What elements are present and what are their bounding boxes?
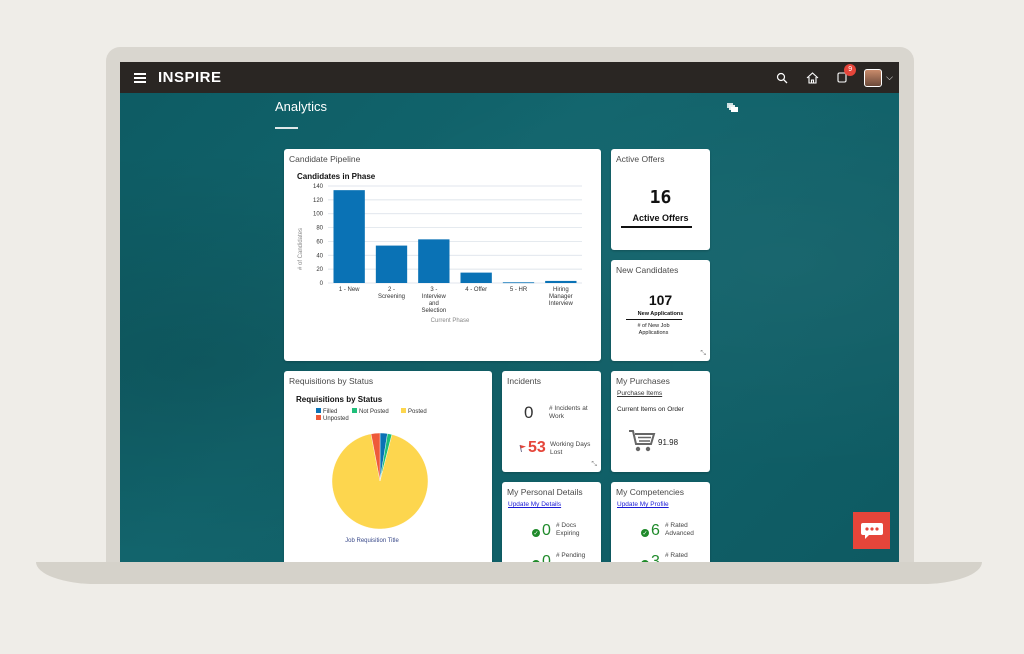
card-title: My Competencies — [616, 487, 685, 497]
competencies-card[interactable]: My Competencies Update My Profile ✓ 6 # … — [611, 482, 710, 562]
bar — [418, 239, 450, 283]
cart-icon — [629, 430, 656, 452]
card-title: New Candidates — [616, 265, 679, 275]
page-title: Analytics — [275, 99, 328, 114]
legend-label: Posted — [408, 409, 427, 415]
check-icon: ✓ — [532, 529, 540, 537]
x-tick-label: 3 -Interview and Selection — [421, 287, 446, 314]
x-tick-label: 1 - New — [339, 287, 360, 293]
pie-chart: Requisitions by Status Filled Not Posted P… — [296, 395, 429, 544]
check-icon: ✓ — [641, 529, 649, 537]
days-lost-label: Working Days Lost — [550, 441, 591, 456]
y-tick-label: 100 — [313, 212, 324, 218]
check-icon: ✓ — [641, 560, 649, 562]
purchases-value: 91.98 — [658, 438, 679, 447]
pending-label: # Pending — [556, 552, 586, 559]
active-offers-value: 16 — [649, 187, 672, 208]
bar — [460, 272, 492, 283]
pending-value: 0 — [542, 553, 551, 562]
y-tick-label: 40 — [316, 253, 323, 259]
title-underline — [275, 127, 298, 129]
rated-advanced-label: # Rated Advanced — [665, 522, 694, 537]
new-candidates-value: 107 — [648, 292, 673, 308]
y-tick-label: 0 — [320, 281, 324, 287]
app-logo[interactable]: INSPIRE — [158, 69, 222, 86]
notification-badge: 9 — [844, 63, 857, 76]
x-tick-label: 2 -Screening — [378, 287, 405, 300]
legend-label: Not Posted — [359, 409, 389, 415]
card-title: My Personal Details — [507, 487, 583, 497]
app-screen: INSPIRE 9 ⌵ Analytics Candidate Pipeline… — [120, 62, 899, 562]
chevron-down-icon[interactable]: ⌵ — [886, 72, 893, 83]
x-tick-label: 4 - Offer — [465, 287, 487, 293]
rated-value: 3 — [651, 553, 660, 562]
personal-details-card[interactable]: My Personal Details Update My Details ✓ … — [502, 482, 601, 562]
legend-swatch — [401, 408, 406, 413]
y-tick-label: 140 — [313, 184, 324, 190]
underline — [621, 226, 692, 228]
x-axis-label: Current Phase — [431, 318, 470, 324]
update-profile-link[interactable]: Update My Profile — [617, 501, 669, 508]
incidents-value: 0 — [524, 403, 534, 422]
bar — [545, 280, 577, 283]
bar — [375, 245, 408, 283]
legend-label: Unposted — [323, 416, 349, 422]
avatar[interactable] — [864, 68, 883, 87]
underline — [626, 319, 682, 320]
x-tick-label: 5 - HR — [510, 287, 528, 293]
candidate-pipeline-card[interactable]: Candidate Pipeline Candidates in Phase #… — [284, 149, 601, 361]
chart-title: Requisitions by Status — [296, 395, 383, 404]
layers-icon[interactable] — [727, 100, 739, 118]
active-offers-card[interactable]: Active Offers 16 Active Offers — [611, 149, 710, 250]
notifications-button[interactable]: 9 — [834, 63, 857, 86]
docs-expiring-label: # Docs Expiring — [556, 522, 580, 537]
legend-swatch — [352, 408, 357, 413]
y-tick-label: 60 — [316, 239, 323, 245]
chat-icon — [860, 522, 883, 539]
y-tick-label: 120 — [313, 198, 324, 204]
chart-title: Candidates in Phase — [297, 172, 376, 181]
new-applications-label: New Applications — [637, 311, 684, 317]
new-candidates-card[interactable]: New Candidates 107 New Applications # of… — [611, 260, 710, 361]
card-title: Active Offers — [616, 154, 665, 164]
incidents-label: # Incidents at Work — [549, 405, 588, 420]
legend-label: Filled — [323, 409, 337, 415]
new-applications-sublabel: # of New Job Applications — [637, 323, 670, 336]
rated-advanced-value: 6 — [651, 522, 660, 539]
hamburger-icon[interactable] — [134, 72, 146, 83]
legend-swatch — [316, 408, 321, 413]
purchase-items-link[interactable]: Purchase Items — [617, 390, 662, 397]
chat-button[interactable] — [853, 512, 890, 549]
pie-x-label: Job Requisition Title — [345, 538, 399, 544]
active-offers-label: Active Offers — [632, 213, 689, 223]
update-details-link[interactable]: Update My Details — [508, 501, 561, 508]
bar-chart: Candidates in Phase # of Candidates Curr… — [297, 172, 582, 324]
expand-icon[interactable]: ⤡ — [700, 350, 706, 358]
y-tick-label: 20 — [316, 267, 323, 273]
incidents-card[interactable]: Incidents 0 # Incidents at Work 53 Worki… — [502, 371, 601, 472]
expand-icon[interactable]: ⤡ — [591, 461, 597, 469]
days-lost-value: 53 — [528, 439, 546, 456]
my-purchases-card[interactable]: My Purchases Purchase Items Current Item… — [611, 371, 710, 472]
bar — [502, 282, 535, 284]
bar — [333, 190, 365, 283]
x-tick-label: Hiring Manager Interview — [549, 287, 574, 307]
docs-expiring-value: 0 — [542, 522, 551, 539]
search-icon[interactable] — [774, 70, 790, 86]
y-axis-label: # of Candidates — [298, 228, 304, 270]
home-icon[interactable] — [804, 70, 820, 86]
requisitions-card[interactable]: Requisitions by Status Requisitions by S… — [284, 371, 492, 562]
card-title: Incidents — [507, 376, 542, 386]
y-tick-label: 80 — [316, 226, 323, 232]
purchases-subtitle: Current Items on Order — [617, 406, 684, 413]
flag-icon — [519, 444, 526, 452]
top-bar: INSPIRE 9 ⌵ — [120, 62, 899, 93]
legend-swatch — [316, 415, 321, 420]
card-title: My Purchases — [616, 376, 670, 386]
laptop-base — [36, 562, 982, 584]
check-icon: ✓ — [532, 560, 540, 562]
rated-label: # Rated — [665, 552, 688, 559]
